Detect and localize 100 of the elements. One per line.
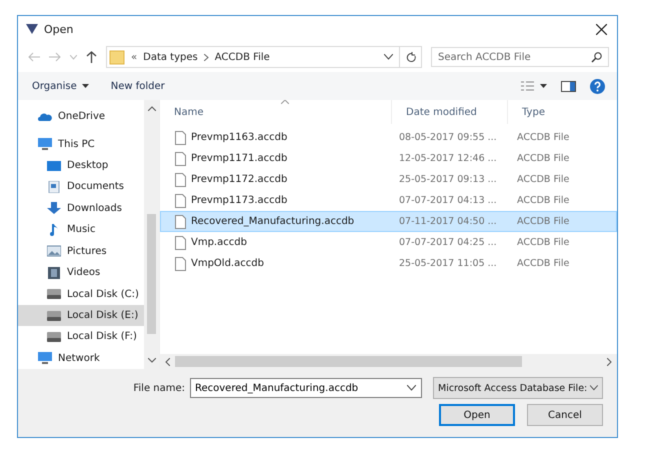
app-logo-icon [26,23,38,35]
dropdown-caret-icon[interactable] [407,385,416,391]
date-cell-text: 07-07-2017 04:25 ... [398,236,498,250]
file-row[interactable]: Prevmp1171.accdb 12-05-2017 12:46 ... ACCDB File [160,148,617,169]
caret-icon [82,84,89,88]
nav-label: OneDrive [58,111,106,122]
nav-item[interactable]: OneDrive [18,106,144,128]
new-folder-button[interactable]: New folder [106,78,169,94]
file-icon [175,256,186,270]
cancel-button[interactable]: Cancel [527,404,603,426]
sort-caret-icon [281,100,289,104]
drive-icon [47,330,61,343]
file-name: VmpOld.accdb [191,258,264,269]
type-cell-text: ACCDB File [516,131,570,145]
refresh-icon[interactable] [406,52,417,62]
type-column-header[interactable]: Type [508,100,603,124]
nav-label: Network [58,352,100,364]
up-arrow-icon[interactable] [86,51,97,63]
nav-label: This PC [58,138,95,150]
file-name: Prevmp1172.accdb [191,174,288,185]
address-bar[interactable]: « Data types ACCDB File [106,46,422,68]
breadcrumb[interactable]: Data types [143,52,198,62]
caret-icon [590,385,598,391]
date-cell-text: 25-05-2017 11:05 ... [398,257,498,271]
file-name: Vmp.accdb [191,237,247,248]
file-icon [175,130,186,144]
nav-label: Downloads [67,202,122,214]
help-icon[interactable] [590,78,605,94]
file-row[interactable]: Recovered_Manufacturing.accdb 07-11-2017 04:50 ... ACCDB File [160,211,617,232]
nav-item[interactable]: Music [18,219,144,241]
nav-label: Music [67,224,96,236]
file-name: Prevmp1173.accdb [191,195,288,206]
date-column-header[interactable]: Date modified [392,100,508,124]
type-cell-text: ACCDB File [516,236,570,250]
file-row[interactable]: Prevmp1173.accdb 07-07-2017 04:13 ... ACCDB File [160,190,617,211]
scrollbar-thumb[interactable] [147,214,156,334]
file-row[interactable]: Prevmp1163.accdb 08-05-2017 09:55 ... ACCDB File [160,127,617,148]
scroll-left-icon[interactable] [165,358,170,366]
file-row[interactable]: Vmp.accdb 07-07-2017 04:25 ... ACCDB File [160,232,617,253]
window-title: Open [44,22,74,36]
folder-icon [109,49,125,65]
file-row[interactable]: Prevmp1172.accdb 25-05-2017 09:13 ... ACCDB File [160,169,617,190]
nav-item[interactable]: Desktop [18,154,144,176]
drive-icon [47,310,61,322]
scrollbar-thumb[interactable] [175,356,522,367]
film-icon [47,266,61,279]
scroll-up-icon[interactable] [148,106,156,111]
nav-item[interactable]: Local Disk (C:) [18,283,144,305]
preview-pane-icon[interactable] [561,80,576,92]
type-cell-text: ACCDB File [516,215,570,229]
file-name: Prevmp1163.accdb [191,132,288,143]
cloud-icon [38,112,52,121]
date-cell-text: 12-05-2017 12:46 ... [398,152,498,166]
organise-button[interactable]: Organise [28,78,93,94]
file-icon [175,152,186,166]
date-cell-text: 25-05-2017 09:13 ... [398,173,498,187]
nav-item[interactable]: Pictures [18,240,144,262]
date-cell-text: 07-11-2017 04:50 ... [398,215,498,229]
search-field[interactable]: Search ACCDB File [431,47,609,67]
breadcrumb[interactable]: ACCDB File [214,52,270,62]
date-cell-text: 07-07-2017 04:13 ... [398,194,498,208]
nav-item[interactable]: This PC [18,133,144,155]
type-cell-text: ACCDB File [516,257,570,271]
horizontal-scrollbar[interactable] [160,354,617,369]
nav-label: Desktop [67,160,108,172]
nav-item[interactable]: Network [18,348,144,370]
view-options-icon[interactable] [521,81,547,91]
type-cell-text: ACCDB File [516,194,570,208]
monitor-icon [38,138,52,150]
picture-icon [47,245,61,258]
type-cell-text: ACCDB File [516,152,570,166]
desktop-icon [47,160,61,172]
scroll-right-icon[interactable] [607,358,612,366]
file-name: Prevmp1171.accdb [191,153,288,164]
nav-item[interactable]: Documents [18,176,144,198]
overflow-chevron[interactable]: « [131,52,138,62]
file-type-dropdown[interactable]: Microsoft Access Database File: [433,377,603,399]
monitor-icon [38,352,52,364]
file-icon [175,214,186,228]
file-name-label: File name: [133,382,185,394]
nav-item[interactable]: Local Disk (F:) [18,326,144,348]
nav-label: Documents [67,181,124,192]
file-row[interactable]: VmpOld.accdb 25-05-2017 11:05 ... ACCDB File [160,253,617,274]
nav-label: Local Disk (C:) [67,288,139,300]
document-icon [47,180,61,193]
nav-item[interactable]: Videos [18,262,144,284]
scroll-down-icon[interactable] [148,358,156,363]
nav-item[interactable]: Local Disk (E:) [18,304,144,326]
type-cell-text: ACCDB File [516,173,570,187]
nav-item[interactable]: Downloads [18,198,144,220]
file-icon [175,236,186,250]
nav-label: Pictures [67,246,107,257]
file-name-field[interactable]: Recovered_Manufacturing.accdb [190,378,422,398]
dropdown-icon[interactable] [384,54,393,60]
open-button[interactable]: Open [439,404,515,426]
drive-icon [47,288,61,300]
file-icon [175,172,186,186]
close-icon[interactable] [596,24,607,34]
name-column-header[interactable]: Name [160,100,392,124]
vertical-scrollbar[interactable] [144,100,159,369]
